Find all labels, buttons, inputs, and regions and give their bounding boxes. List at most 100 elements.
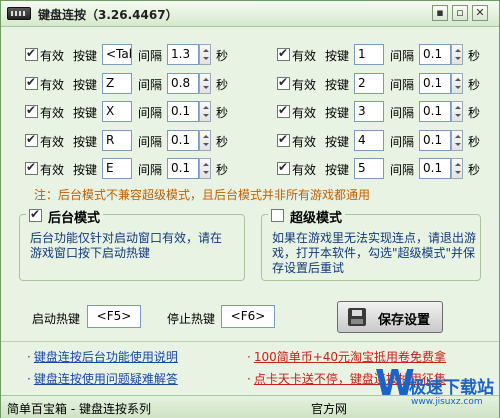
interval-label: 间隔 [390,135,415,149]
background-mode-checkbox[interactable] [29,207,42,222]
super-mode-desc-2: 戏，打开本软件，勾选"超级模式"并保 [272,246,476,260]
interval-input[interactable]: 0.1 [167,101,199,122]
save-settings-label: 保存设置 [378,313,431,328]
enabled-checkbox[interactable] [25,75,38,90]
key-input[interactable]: 4 [354,130,384,151]
official-site-link[interactable]: 官方网 [311,400,347,417]
super-mode-group: 超级模式 如果在游戏里无法实现连点，请退出游 戏，打开本软件，勾选"超级模式"并… [261,207,481,281]
key-input[interactable]: X [102,101,132,122]
link-promo-coupon-text: 100简单币+40元淘宝抵用卷免费拿 [253,350,447,364]
super-mode-desc-3: 存设置后重试 [272,261,345,275]
background-mode-toggle[interactable]: 后台模式 [26,207,104,226]
keyboard-icon [7,7,31,20]
key-input[interactable]: 3 [354,101,384,122]
interval-spinner[interactable] [199,158,211,179]
interval-spinner[interactable] [199,73,211,94]
enabled-checkbox[interactable] [25,103,38,118]
floppy-disk-icon [348,308,366,326]
interval-input[interactable]: 1.3 [167,44,199,65]
background-mode-desc-2: 游戏窗口按下启动热键 [30,246,151,260]
key-input[interactable]: 2 [354,73,384,94]
key-input[interactable]: R [102,130,132,151]
start-hotkey-input[interactable]: <F5> [87,305,141,328]
interval-spinner[interactable] [451,101,463,122]
save-settings-button[interactable]: 保存设置 [337,301,443,333]
interval-label: 间隔 [138,135,163,149]
interval-input[interactable]: 0.8 [167,73,199,94]
super-mode-toggle[interactable]: 超级模式 [268,207,346,226]
interval-label: 间隔 [138,78,163,92]
bullet-icon: · [247,372,251,386]
interval-input[interactable]: 0.1 [167,158,199,179]
key-input[interactable]: <Tab [102,44,132,65]
key-input[interactable]: E [102,158,132,179]
interval-label: 间隔 [138,163,163,177]
enabled-checkbox[interactable] [277,132,290,147]
link-background-help[interactable]: · 键盘连按后台功能使用说明 [27,348,178,365]
enabled-checkbox[interactable] [25,132,38,147]
interval-input[interactable]: 0.1 [419,158,451,179]
enabled-checkbox[interactable] [277,160,290,175]
interval-spinner[interactable] [451,44,463,65]
key-input[interactable]: 5 [354,158,384,179]
background-mode-group: 后台模式 后台功能仅针对启动窗口有效，请在 游戏窗口按下启动热键 [19,207,245,281]
title-bar[interactable]: 键盘连按（3.26.4467） ▪ ▫ ✕ [1,1,499,27]
super-mode-checkbox[interactable] [271,209,284,222]
enabled-checkbox[interactable] [277,46,290,61]
link-promo-coupon[interactable]: · 100简单币+40元淘宝抵用卷免费拿 [247,348,446,365]
window-title: 键盘连按（3.26.4467） [38,8,178,22]
interval-input[interactable]: 0.1 [419,73,451,94]
interval-spinner[interactable] [199,130,211,151]
super-mode-title: 超级模式 [290,211,343,226]
interval-label: 间隔 [390,49,415,63]
interval-spinner[interactable] [199,101,211,122]
interval-input[interactable]: 0.1 [167,130,199,151]
close-button[interactable]: ✕ [472,5,488,21]
divider [1,341,499,342]
background-mode-title: 后台模式 [48,211,101,226]
status-left-text: 简单百宝箱 - 键盘连按系列 [7,402,151,416]
link-faq[interactable]: · 键盘连按使用问题疑难解答 [27,370,178,387]
key-label: 按键 [73,106,98,120]
interval-input[interactable]: 0.1 [419,130,451,151]
watermark-text: 极速下载站 [409,378,494,398]
seconds-label: 秒 [216,78,229,92]
seconds-label: 秒 [216,135,229,149]
site-watermark: W 极速下载站 www.jisuxz.com [375,365,499,415]
bullet-icon: · [27,350,31,364]
watermark-logo: W [375,363,415,404]
seconds-label: 秒 [468,49,481,63]
compatibility-note: 注：后台模式不兼容超级模式，且后台模式并非所有游戏都通用 [34,188,371,202]
enabled-checkbox[interactable] [25,160,38,175]
stop-hotkey-input[interactable]: <F6> [221,305,275,328]
interval-input[interactable]: 0.1 [419,44,451,65]
interval-spinner[interactable] [451,73,463,94]
enabled-checkbox[interactable] [25,46,38,61]
enabled-label: 有效 [292,49,317,63]
key-label: 按键 [73,78,98,92]
enabled-label: 有效 [40,106,65,120]
seconds-label: 秒 [468,106,481,120]
maximize-button[interactable]: ▫ [452,5,468,21]
bullet-icon: · [27,372,31,386]
enabled-checkbox[interactable] [277,103,290,118]
enabled-label: 有效 [292,78,317,92]
key-label: 按键 [325,49,350,63]
interval-label: 间隔 [138,106,163,120]
main-window: 键盘连按（3.26.4467） ▪ ▫ ✕ 有效按键<Tab间隔1.3秒有效按键… [0,0,500,418]
interval-spinner[interactable] [199,44,211,65]
key-input[interactable]: 1 [354,44,384,65]
key-label: 按键 [73,49,98,63]
key-input[interactable]: Z [102,73,132,94]
enabled-checkbox[interactable] [277,75,290,90]
link-background-help-text: 键盘连按后台功能使用说明 [33,350,178,364]
background-mode-description: 后台功能仅针对启动窗口有效，请在 游戏窗口按下启动热键 [30,231,222,261]
stop-hotkey-label: 停止热键 [167,312,216,326]
interval-spinner[interactable] [451,158,463,179]
key-label: 按键 [325,78,350,92]
interval-input[interactable]: 0.1 [419,101,451,122]
key-label: 按键 [73,163,98,177]
interval-spinner[interactable] [451,130,463,151]
minimize-button[interactable]: ▪ [432,5,448,21]
seconds-label: 秒 [468,78,481,92]
